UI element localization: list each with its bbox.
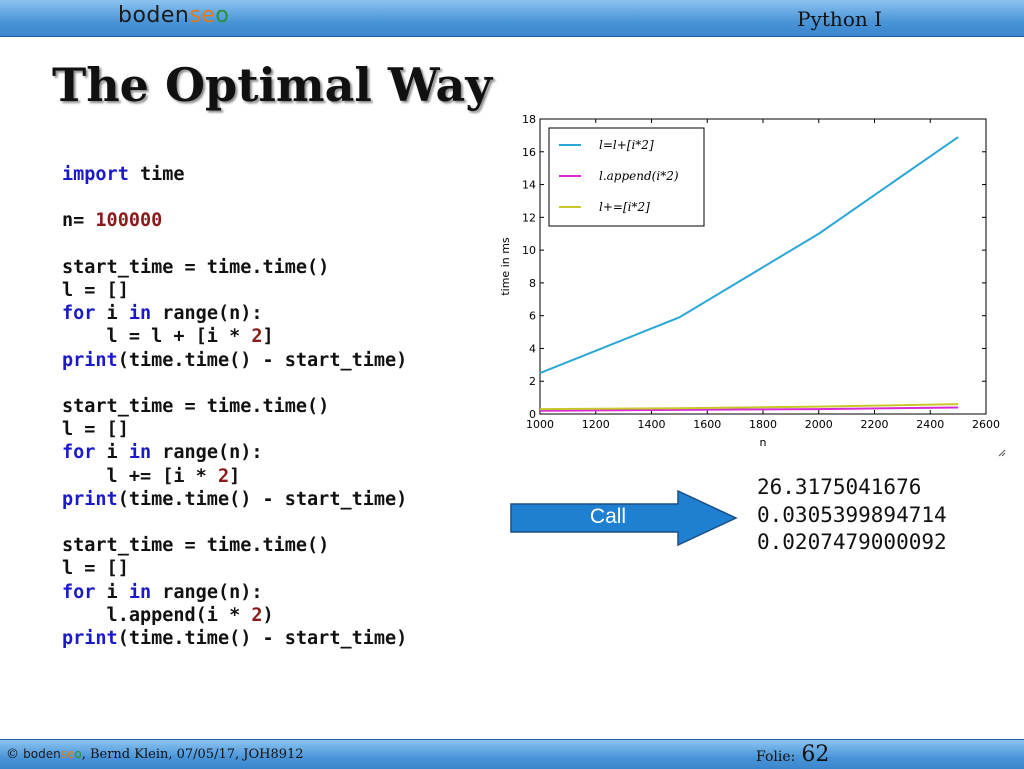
code-keyword: print — [62, 628, 118, 650]
code-number: 2 — [251, 326, 263, 348]
x-tick-label: 2600 — [972, 418, 1000, 431]
y-tick-label: 6 — [529, 310, 536, 323]
code-text: l += [i * — [62, 465, 218, 487]
footer-logo: bodenseo — [23, 747, 82, 761]
code-text: (time.time() - start_time) — [117, 628, 408, 650]
y-axis-label: time in ms — [499, 237, 512, 296]
code-block: import time n= 100000 start_time = time.… — [62, 163, 407, 650]
y-tick-label: 8 — [529, 277, 536, 290]
timing-chart: 1000 1200 1400 1600 1800 2000 2200 2400 26000246… — [499, 113, 1006, 457]
code-text: range(n): — [151, 581, 263, 603]
folie-label: Folie: — [756, 749, 796, 765]
result-line: 0.0207479000092 — [757, 530, 947, 554]
code-number: 100000 — [95, 210, 163, 232]
y-tick-label: 2 — [529, 375, 536, 388]
code-text: start_time = time.time() — [62, 256, 330, 278]
code-keyword: print — [62, 349, 118, 371]
y-tick-label: 4 — [529, 342, 536, 355]
code-text: ) — [262, 604, 274, 626]
x-tick-label: 2200 — [861, 418, 889, 431]
y-tick-label: 10 — [522, 244, 536, 257]
code-text: start_time = time.time() — [62, 535, 330, 557]
code-text: l = l + [i * — [62, 326, 252, 348]
code-line: l = [] — [62, 558, 129, 579]
x-tick-label: 1200 — [582, 418, 610, 431]
slide-number: Folie: 62 — [756, 742, 829, 767]
code-line: l = [] — [62, 280, 129, 301]
code-line: print(time.time() - start_time) — [62, 489, 407, 510]
code-text: ] — [262, 326, 274, 348]
code-text: i — [95, 303, 129, 325]
y-tick-label: 16 — [522, 146, 536, 159]
x-tick-label: 1800 — [749, 418, 777, 431]
code-text: l.append(i * — [62, 604, 252, 626]
code-line: start_time = time.time() — [62, 396, 329, 417]
x-tick-label: 1600 — [693, 418, 721, 431]
slide-title: The Optimal Way — [52, 58, 493, 112]
bodenseo-logo: bodenseo — [118, 3, 230, 28]
code-text: n= — [62, 210, 96, 232]
code-line: l = [] — [62, 419, 129, 440]
code-line: l += [i * 2] — [62, 465, 241, 487]
x-axis-label: n — [760, 436, 767, 449]
result-line: 26.3175041676 — [757, 475, 922, 499]
code-line: for i in range(n): — [62, 303, 263, 324]
code-line: n= 100000 — [62, 210, 162, 231]
resize-grip-icon — [998, 449, 1006, 457]
legend-label: l=l+[i*2] — [599, 138, 654, 152]
code-text: ] — [229, 465, 241, 487]
results-output: 26.3175041676 0.0305399894714 0.02074790… — [757, 474, 947, 557]
code-text: time — [128, 164, 185, 185]
footer-bar: © bodenseo, Bernd Klein, 07/05/17, JOH89… — [0, 739, 1024, 769]
header-bar: bodenseo Python I — [0, 0, 1024, 37]
code-text: range(n): — [151, 303, 263, 325]
code-keyword: in — [128, 581, 152, 603]
code-text: (time.time() - start_time) — [117, 488, 408, 510]
code-line: print(time.time() - start_time) — [62, 628, 407, 649]
legend-label: l.append(i*2) — [599, 169, 679, 183]
code-text: l = [] — [62, 280, 129, 302]
code-keyword: in — [128, 303, 152, 325]
code-keyword: import — [62, 164, 129, 185]
code-line: l = l + [i * 2] — [62, 326, 274, 347]
code-text: range(n): — [151, 442, 263, 464]
code-number: 2 — [217, 465, 230, 487]
y-tick-label: 0 — [529, 408, 536, 421]
code-text: i — [95, 442, 129, 464]
code-keyword: for — [62, 303, 96, 325]
code-line: for i in range(n): — [62, 442, 263, 463]
code-keyword: for — [62, 581, 96, 603]
code-keyword: for — [62, 442, 96, 464]
code-line: start_time = time.time() — [62, 535, 329, 556]
call-label: Call — [589, 505, 627, 528]
code-keyword: print — [62, 488, 118, 510]
y-tick-label: 12 — [522, 211, 536, 224]
code-line: import time — [62, 164, 185, 185]
code-text: l = [] — [62, 558, 129, 580]
code-text: i — [95, 581, 129, 603]
y-tick-label: 18 — [522, 113, 536, 126]
code-line: for i in range(n): — [62, 582, 263, 603]
x-tick-label: 2400 — [916, 418, 944, 431]
course-title: Python I — [797, 7, 882, 31]
legend-label: l+=[i*2] — [599, 200, 650, 214]
code-number: 2 — [251, 604, 263, 626]
code-text: l = [] — [62, 419, 129, 441]
x-tick-label: 1400 — [638, 418, 666, 431]
code-line: l.append(i * 2) — [62, 605, 274, 626]
x-tick-label: 2000 — [805, 418, 833, 431]
code-text: (time.time() - start_time) — [117, 349, 408, 371]
code-line: print(time.time() - start_time) — [62, 350, 407, 371]
code-keyword: in — [128, 442, 152, 464]
code-text: start_time = time.time() — [62, 396, 330, 418]
code-line: start_time = time.time() — [62, 257, 329, 278]
footer-credits: © bodenseo, Bernd Klein, 07/05/17, JOH89… — [6, 747, 304, 762]
result-line: 0.0305399894714 — [757, 502, 947, 527]
y-tick-label: 14 — [522, 179, 536, 192]
folie-number: 62 — [801, 742, 830, 767]
